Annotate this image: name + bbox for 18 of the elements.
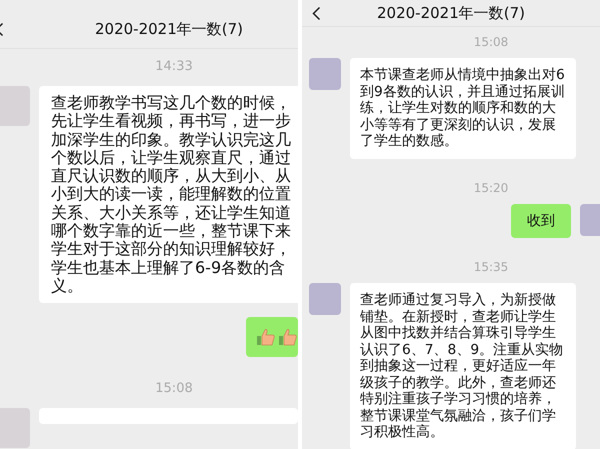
timestamp: 14:33 xyxy=(154,59,193,74)
timestamp: 15:08 xyxy=(472,35,508,49)
avatar-placeholder[interactable] xyxy=(309,283,341,315)
avatar-placeholder[interactable] xyxy=(0,86,30,126)
avatar-placeholder[interactable] xyxy=(0,408,30,448)
timestamp: 15:08 xyxy=(154,381,193,396)
message-text: 查老师教学书写这几个数的时候，先让学生看视频，再书写，进一步加深学生的印象。教学认识完这几个数以后，让学生观察直尺，通过直尺认识数的顺序，从大到小、从小到大的读一读，能理解数的位置关系、大小关系等，还让学生知道哪个数字靠的近一些，整节课下来学生对于这部分的知识理解较好，学生也基本上理解了6-9各数的含义。 xyxy=(51,94,292,296)
thumbs-up-icon xyxy=(278,327,298,348)
thumbs-up-icon xyxy=(256,327,276,348)
chat-title: 2020-2021年一数(7) xyxy=(376,4,525,22)
avatar-placeholder[interactable] xyxy=(309,58,341,90)
chat-title: 2020-2021年一数(7) xyxy=(94,20,243,38)
timestamp: 15:20 xyxy=(472,180,508,194)
message-text: 查老师通过复习导入，为新授做铺垫。在新授时，查老师让学生从图中找数并结合算珠引导学生认识了6、7、8、9。注重从实物到抽象这一过程，更好适应一年级孩子的教学。此外，查老师还特别注重孩子学习习惯的培养，整节课课堂气氛融洽，孩子们学习积极性高。 xyxy=(360,292,564,440)
back-icon[interactable] xyxy=(312,6,321,20)
message-text: 本节课查老师从情境中抽象出对6到9各数的认识，并且通过拓展训练，让学生对数的顺序和数的大小等等有了更深刻的认识，发展了学生的数感。 xyxy=(360,67,566,150)
message-text: 收到 xyxy=(526,212,556,229)
timestamp: 15:35 xyxy=(472,260,508,274)
